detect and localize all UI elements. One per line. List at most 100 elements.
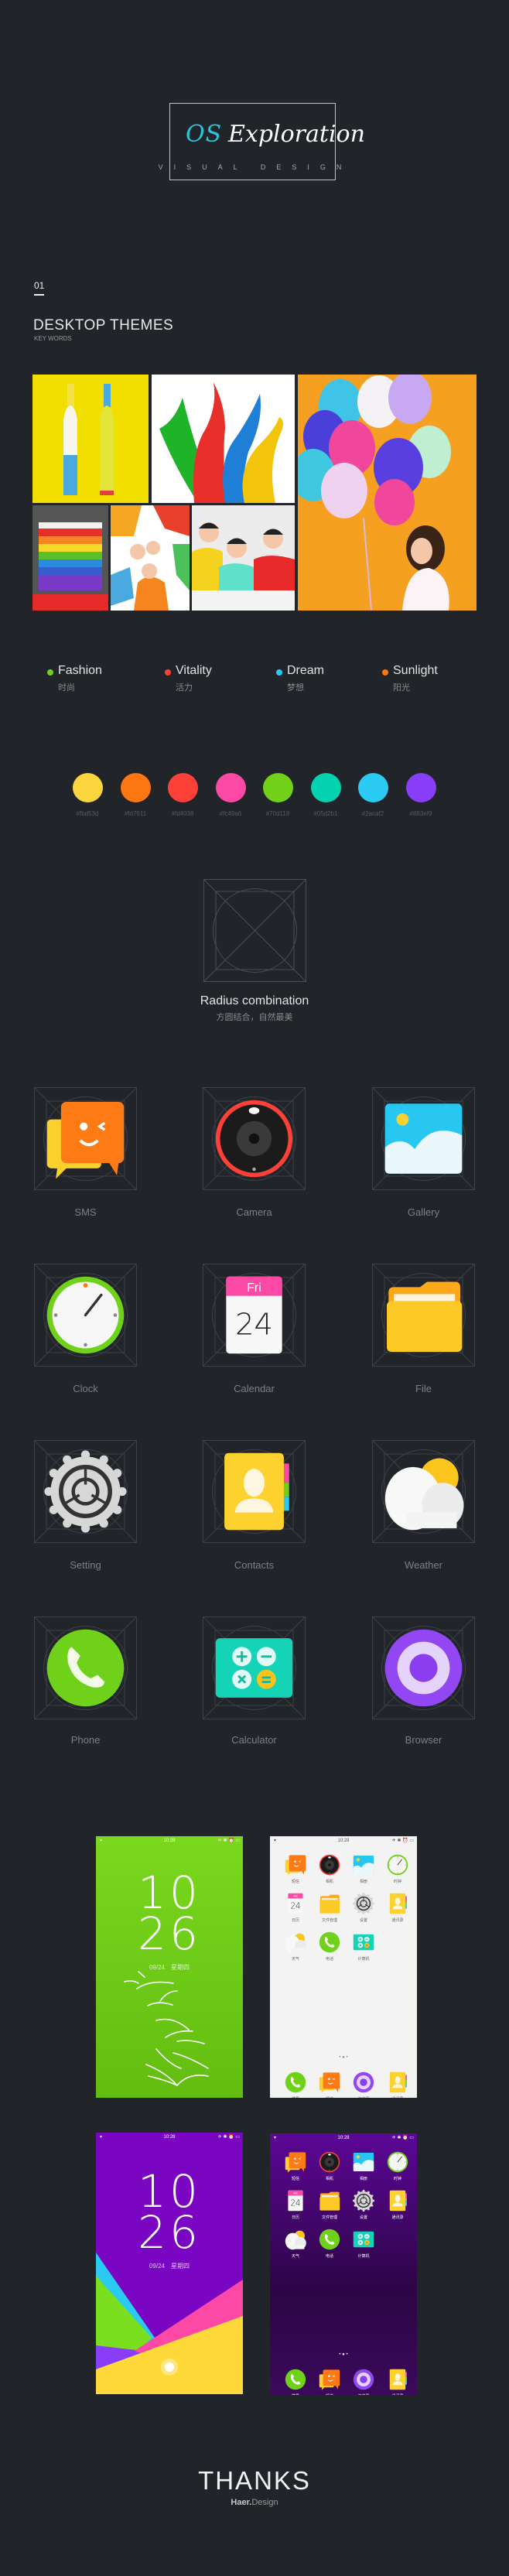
home-app-sms[interactable]: 短信 — [278, 1853, 313, 1884]
phone-icon — [319, 1931, 340, 1953]
home-app-gallery[interactable]: 相册 — [347, 2150, 381, 2181]
app-icon-browser[interactable] — [372, 1616, 475, 1719]
status-bar: ▾ 10:28 ✈ ✱ ⏰ ▭ — [270, 1836, 417, 1847]
home-app-phone[interactable]: 电话 — [313, 1931, 347, 1962]
dock-app-sms[interactable]: 短信 — [313, 2071, 347, 2098]
calculator-icon — [215, 1638, 293, 1698]
app-icon-calculator[interactable] — [203, 1616, 306, 1719]
home-app-label: 日历 — [291, 1918, 299, 1923]
page-indicator[interactable]: • ● • — [270, 2055, 417, 2060]
home-app-calculator[interactable]: 计算机 — [347, 1931, 381, 1962]
app-icon-label: Browser — [405, 1734, 442, 1746]
home-app-clock[interactable]: 时钟 — [381, 2150, 415, 2181]
color-hex-label: #05d2b1 — [313, 810, 338, 817]
home-app-sms[interactable]: 短信 — [278, 2150, 313, 2181]
app-icon-gallery[interactable] — [372, 1087, 475, 1190]
clock-icon — [46, 1276, 125, 1354]
color-swatch — [121, 773, 151, 802]
dock-app-label: 浏览器 — [347, 2393, 381, 2395]
home-app-file[interactable]: 文件管理 — [313, 1892, 347, 1923]
contacts-icon — [389, 1893, 407, 1914]
home-app-clock[interactable]: 时钟 — [381, 1853, 415, 1884]
app-icon-sms[interactable] — [34, 1087, 137, 1190]
home-screen-light: ▾ 10:28 ✈ ✱ ⏰ ▭ 短信 相机 相册 时钟 Fri 24 日历 文件管理 设置 通讯录 天气电… — [270, 1836, 417, 2098]
app-icon-label: Calendar — [234, 1383, 275, 1394]
home-app-phone[interactable]: 电话 — [313, 2228, 347, 2259]
calendar-icon: Fri 24 — [288, 1893, 303, 1914]
keyword-label: Fashion — [58, 664, 102, 677]
home-app-label: 天气 — [291, 1957, 299, 1962]
section-subtitle: KEY WORDS — [34, 335, 72, 342]
app-icon-contacts[interactable] — [203, 1440, 306, 1543]
home-app-file[interactable]: 文件管理 — [313, 2189, 347, 2220]
keyword-dot — [165, 669, 171, 676]
dock-app-sms[interactable]: 短信 — [313, 2368, 347, 2395]
setting-icon — [44, 1450, 127, 1533]
setting-icon — [352, 2189, 375, 2212]
home-app-contacts[interactable]: 通讯录 — [381, 2189, 415, 2220]
dock-app-contacts[interactable]: 通讯录 — [381, 2071, 415, 2098]
home-app-weather[interactable]: 天气 — [278, 2228, 313, 2259]
home-app-camera[interactable]: 相机 — [313, 1853, 347, 1884]
home-app-weather[interactable]: 天气 — [278, 1931, 313, 1962]
color-hex-label: #883ef9 — [409, 810, 432, 817]
contacts-icon — [389, 2190, 407, 2212]
dock-app-contacts[interactable]: 通讯录 — [381, 2368, 415, 2395]
color-swatch — [216, 773, 246, 802]
home-app-label: 时钟 — [393, 1880, 401, 1884]
app-icon-setting[interactable] — [34, 1440, 137, 1543]
dock-app-phone[interactable]: 拨号 — [278, 2368, 313, 2395]
weather-icon — [384, 1458, 464, 1531]
brand-bold: Haer. — [231, 2498, 252, 2507]
app-icon-file[interactable] — [372, 1264, 475, 1367]
home-app-setting[interactable]: 设置 — [347, 1892, 381, 1923]
app-icon-label: Setting — [70, 1559, 101, 1571]
dock-app-phone[interactable]: 拨号 — [278, 2071, 313, 2098]
color-swatch — [73, 773, 103, 802]
weather-icon — [285, 2230, 306, 2250]
brand-rest: Design — [251, 2498, 278, 2507]
file-icon — [387, 1281, 463, 1352]
dock-app-label: 通讯录 — [381, 2393, 415, 2395]
keyword-dot — [276, 669, 282, 676]
app-icon-calendar[interactable]: Fri 24 — [203, 1264, 306, 1367]
status-icons: ✈ ✱ ⏰ ▭ — [391, 2136, 414, 2140]
color-swatch — [311, 773, 341, 802]
photo-rainbow-cake — [32, 505, 108, 611]
home-app-calendar[interactable]: Fri 24 日历 — [278, 1892, 313, 1923]
contacts-icon — [389, 2369, 407, 2390]
keyword-label: Sunlight — [393, 664, 438, 677]
clock-icon — [387, 1854, 408, 1876]
home-app-gallery[interactable]: 相册 — [347, 1853, 381, 1884]
dock-app-browser[interactable]: 浏览器 — [347, 2368, 381, 2395]
app-icon-label: Weather — [405, 1559, 442, 1571]
page-indicator[interactable]: • ● • — [270, 2352, 417, 2357]
lock-date: 09/24 — [149, 1964, 166, 1971]
camera-icon — [319, 1854, 340, 1876]
home-app-contacts[interactable]: 通讯录 — [381, 1892, 415, 1923]
keyword-label-cn: 阳光 — [393, 683, 410, 693]
browser-icon — [353, 2369, 374, 2390]
dock-app-browser[interactable]: 浏览器 — [347, 2071, 381, 2098]
status-bar: ▾ 10:28 ✈ ✱ ⏰ ▭ — [270, 2133, 417, 2144]
home-app-calendar[interactable]: Fri 24 日历 — [278, 2189, 313, 2220]
app-icon-weather[interactable] — [372, 1440, 475, 1543]
app-icon-clock[interactable] — [34, 1264, 137, 1367]
home-app-calculator[interactable]: 计算机 — [347, 2228, 381, 2259]
app-icon-phone[interactable] — [34, 1616, 137, 1719]
phone-icon — [319, 2229, 340, 2250]
home-app-label: 时钟 — [393, 2177, 401, 2181]
app-icon-camera[interactable] — [203, 1087, 306, 1190]
home-app-camera[interactable]: 相机 — [313, 2150, 347, 2181]
calendar-day: Fri — [294, 1894, 298, 1898]
home-app-label: 设置 — [359, 2215, 367, 2220]
color-swatch — [358, 773, 388, 802]
phone-icon — [285, 2369, 306, 2390]
home-app-label: 通讯录 — [391, 1918, 404, 1923]
sms-icon — [285, 2152, 306, 2173]
home-app-setting[interactable]: 设置 — [347, 2189, 381, 2220]
sms-icon — [319, 2072, 340, 2093]
phone-icon — [46, 1629, 125, 1707]
weather-icon — [285, 1933, 306, 1953]
color-hex-label: #70d118 — [265, 810, 290, 817]
